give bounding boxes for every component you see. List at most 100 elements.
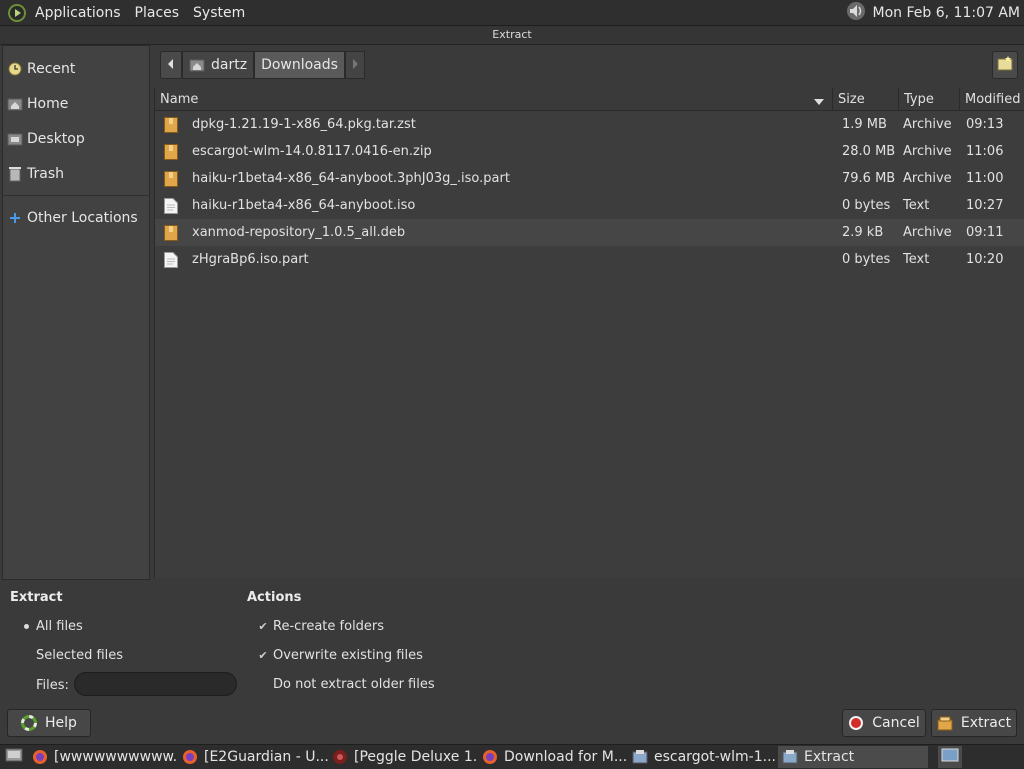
column-header-name[interactable]: Name — [155, 88, 833, 110]
file-name: xanmod-repository_1.0.5_all.deb — [192, 225, 406, 240]
sidebar-item-label: Trash — [27, 165, 64, 182]
file-name: escargot-wlm-14.0.8117.0416-en.zip — [192, 144, 432, 159]
cell-modified: 10:20 — [966, 252, 1004, 267]
sidebar-item-home[interactable]: Home — [3, 86, 149, 121]
file-name: dpkg-1.21.19-1-x86_64.pkg.tar.zst — [192, 117, 416, 132]
file-name: haiku-r1beta4-x86_64-anyboot.iso — [192, 198, 416, 213]
firefox-icon — [482, 749, 498, 765]
taskbar-item-label: Download for M... — [504, 749, 628, 765]
cancel-button[interactable]: Cancel — [842, 709, 926, 737]
archive-icon — [164, 143, 178, 160]
menu-places[interactable]: Places — [128, 5, 187, 21]
extract-button[interactable]: Extract — [931, 709, 1017, 737]
home-folder-icon — [7, 96, 23, 112]
sidebar-item-recent[interactable]: Recent — [3, 51, 149, 86]
taskbar-item[interactable]: [Peggle Deluxe 1.... — [328, 746, 478, 768]
taskbar-item-label: [wwwwwwwwww... — [54, 749, 178, 765]
cell-modified: 09:13 — [966, 117, 1004, 132]
volume-icon[interactable] — [845, 1, 867, 25]
forward-crumb-button[interactable] — [344, 51, 365, 79]
column-header-modified[interactable]: Modified — [960, 88, 1024, 110]
radio-label: Selected files — [36, 648, 124, 663]
checkmark-icon: ✔ — [258, 619, 268, 633]
taskbar-item-label: Extract — [804, 749, 855, 765]
sort-descending-icon — [814, 95, 824, 110]
show-desktop-button[interactable] — [0, 746, 28, 768]
sidebar-item-label: Recent — [27, 60, 76, 77]
workspace-switcher[interactable] — [938, 746, 962, 768]
radio-selected-files[interactable]: Selected files — [20, 648, 123, 663]
extract-section-title: Extract — [10, 590, 63, 605]
workspace-icon — [941, 747, 959, 767]
checkbox-label: Do not extract older files — [273, 677, 435, 692]
cell-modified: 09:11 — [966, 225, 1004, 240]
checkbox-do-not-extract-older[interactable]: Do not extract older files — [257, 677, 435, 692]
taskbar-item[interactable]: [wwwwwwwwww... — [28, 746, 178, 768]
desktop-folder-icon — [7, 131, 23, 147]
plus-icon — [7, 210, 23, 226]
extract-archive-icon — [937, 715, 953, 731]
cell-size: 2.9 kB — [842, 225, 884, 240]
sidebar-item-label: Home — [27, 95, 69, 112]
menu-applications[interactable]: Applications — [28, 5, 128, 21]
checkbox-label: Overwrite existing files — [273, 648, 423, 663]
table-row[interactable]: escargot-wlm-14.0.8117.0416-en.zip 28.0 M… — [155, 138, 1024, 165]
sidebar-item-desktop[interactable]: Desktop — [3, 121, 149, 156]
cell-type: Archive — [903, 117, 952, 132]
text-file-icon — [164, 251, 178, 268]
taskbar-item[interactable]: Download for M... — [478, 746, 628, 768]
checkbox-overwrite-existing[interactable]: ✔ Overwrite existing files — [257, 648, 423, 663]
distro-logo-icon[interactable] — [8, 3, 26, 22]
cell-size: 1.9 MB — [842, 117, 887, 132]
file-name: zHgraBp6.iso.part — [192, 252, 309, 267]
table-row[interactable]: xanmod-repository_1.0.5_all.deb 2.9 kB Arc… — [155, 219, 1024, 246]
column-header-type[interactable]: Type — [899, 88, 960, 110]
help-lifebuoy-icon — [21, 715, 38, 731]
column-header-size[interactable]: Size — [833, 88, 899, 110]
radio-files-pattern[interactable]: Files: — [20, 678, 69, 693]
clock[interactable]: Mon Feb 6, 11:07 AM — [873, 5, 1020, 21]
archive-icon — [164, 170, 178, 187]
table-row[interactable]: zHgraBp6.iso.part 0 bytes Text 10:20 — [155, 246, 1024, 273]
taskbar-item[interactable]: Extract — [778, 746, 928, 768]
cell-size: 0 bytes — [842, 252, 891, 267]
checkmark-icon: ✔ — [258, 648, 268, 662]
create-folder-button[interactable] — [992, 51, 1018, 79]
main-menu: Applications Places System — [0, 0, 252, 25]
sidebar-item-other-locations[interactable]: Other Locations — [3, 200, 149, 235]
menu-system[interactable]: System — [186, 5, 252, 21]
radio-label: All files — [36, 619, 83, 634]
radio-all-files[interactable]: All files — [20, 619, 83, 634]
chevron-left-icon — [167, 58, 175, 73]
radio-label: Files: — [36, 678, 69, 693]
file-rows: dpkg-1.21.19-1-x86_64.pkg.tar.zst 1.9 MB A… — [155, 111, 1024, 273]
taskbar-item-label: escargot-wlm-1... — [654, 749, 776, 765]
cell-type: Archive — [903, 171, 952, 186]
cell-modified: 11:00 — [966, 171, 1004, 186]
cell-type: Archive — [903, 144, 952, 159]
files-pattern-input[interactable] — [74, 672, 237, 696]
cell-size: 0 bytes — [842, 198, 891, 213]
checkbox-recreate-folders[interactable]: ✔ Re-create folders — [257, 619, 384, 634]
table-row[interactable]: haiku-r1beta4-x86_64-anyboot.3phJ03g_.is… — [155, 165, 1024, 192]
breadcrumb: dartz Downloads — [182, 51, 365, 79]
taskbar-item-label: [E2Guardian - U... — [204, 749, 328, 765]
crumb-downloads[interactable]: Downloads — [254, 51, 345, 79]
taskbar-item[interactable]: [E2Guardian - U... — [178, 746, 328, 768]
checkbox-label: Re-create folders — [273, 619, 385, 634]
top-panel: Applications Places System Mon Feb 6, 11… — [0, 0, 1024, 26]
table-row[interactable]: haiku-r1beta4-x86_64-anyboot.iso 0 bytes T… — [155, 192, 1024, 219]
cell-name: xanmod-repository_1.0.5_all.deb — [155, 224, 833, 241]
sidebar-item-trash[interactable]: Trash — [3, 156, 149, 191]
wine-icon — [332, 749, 348, 765]
help-button[interactable]: Help — [7, 709, 91, 737]
crumb-home[interactable]: dartz — [182, 51, 255, 79]
text-file-icon — [164, 197, 178, 214]
cell-name: haiku-r1beta4-x86_64-anyboot.3phJ03g_.is… — [155, 170, 833, 187]
archive-manager-icon — [632, 749, 648, 765]
archive-icon — [164, 116, 178, 133]
back-button[interactable] — [160, 51, 182, 79]
sidebar-separator — [3, 195, 149, 196]
table-row[interactable]: dpkg-1.21.19-1-x86_64.pkg.tar.zst 1.9 MB A… — [155, 111, 1024, 138]
taskbar-item[interactable]: escargot-wlm-1... — [628, 746, 778, 768]
